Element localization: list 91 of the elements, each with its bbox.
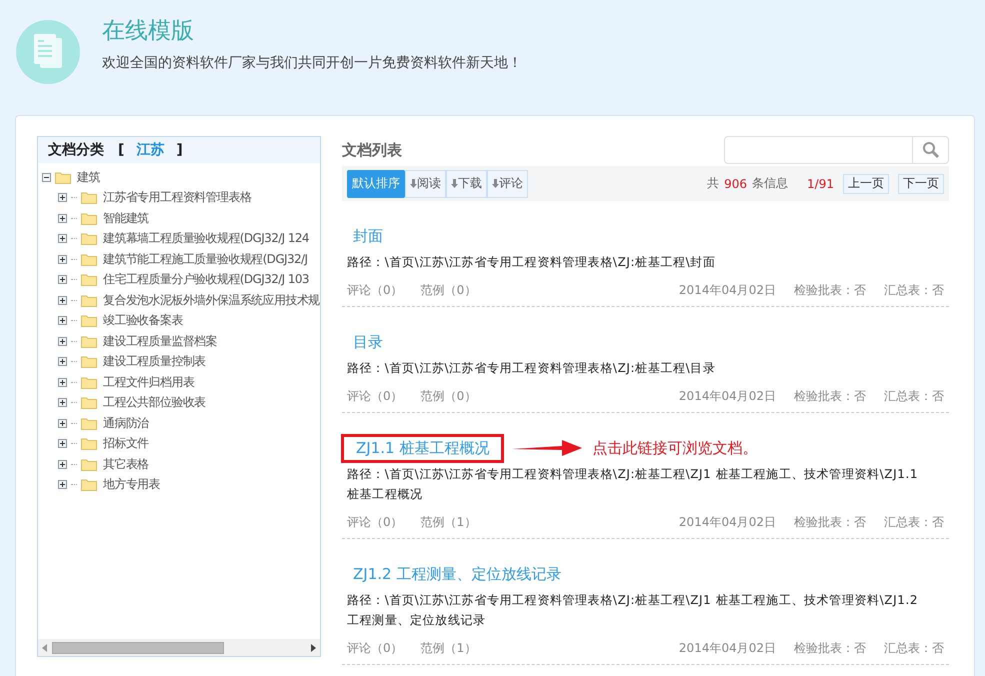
tree-item[interactable]: 住宅工程质量分户验收规程(DGJ32/J 103 (101, 271, 309, 288)
comment-count: 评论（0） (347, 514, 403, 531)
expand-toggle[interactable] (58, 254, 67, 264)
expand-toggle[interactable] (58, 398, 67, 408)
search-field[interactable] (724, 136, 949, 164)
document-date: 2014年04月02日 (678, 514, 776, 531)
expand-toggle[interactable] (58, 316, 67, 326)
expand-toggle[interactable] (58, 378, 67, 387)
example-count: 范例（0） (420, 282, 476, 299)
comment-count: 评论（0） (347, 388, 403, 405)
tree-item[interactable]: 招标文件 (101, 435, 149, 452)
tree-item[interactable]: 建设工程质量监督档案 (101, 332, 218, 350)
expand-toggle[interactable] (58, 214, 67, 223)
summary-label: 汇总表：否 (884, 282, 944, 299)
page-title: 在线模版 (102, 17, 195, 46)
document-path: 路径：\首页\江苏\江苏省专用工程资料管理表格\ZJ:桩基工程\封面 (347, 254, 716, 271)
expand-toggle[interactable] (58, 296, 67, 305)
document-path: 路径：\首页\江苏\江苏省专用工程资料管理表格\ZJ:桩基工程\ZJ1 桩基工程施工、技术管理资料\ZJ1.2 工程测量、定位放线记录 (347, 592, 920, 629)
tree-item[interactable]: 建筑 (75, 168, 100, 186)
tree-item[interactable]: 工程公共部位验收表 (101, 394, 206, 412)
next-page-button[interactable]: 下一页 (898, 174, 944, 194)
prev-page-button[interactable]: 上一页 (843, 174, 889, 194)
horizontal-scrollbar[interactable] (38, 639, 320, 656)
tree-item[interactable]: 地方专用表 (101, 476, 160, 494)
scroll-right-icon[interactable] (311, 644, 316, 652)
folder-icon (81, 376, 97, 389)
total-label: 共 (707, 175, 720, 192)
folder-icon (81, 212, 97, 225)
folder-icon (81, 314, 97, 328)
tree-item[interactable]: 工程文件归档用表 (101, 374, 194, 391)
document-path: 路径：\首页\江苏\江苏省专用工程资料管理表格\ZJ:桩基工程\目录 (347, 360, 716, 377)
expand-toggle[interactable] (58, 439, 67, 448)
document-date: 2014年04月02日 (678, 282, 776, 299)
tree-item[interactable]: 其它表格 (101, 456, 149, 473)
folder-icon (81, 355, 97, 368)
bracket: [ (118, 142, 124, 158)
tree-item[interactable]: 智能建筑 (101, 210, 149, 227)
summary-label: 汇总表：否 (884, 388, 944, 405)
folder-icon (81, 232, 97, 246)
sort-button[interactable]: 评论 (487, 170, 528, 198)
welcome-text: 欢迎全国的资料软件厂家与我们共同开创一片免费资料软件新天地！ (102, 54, 522, 72)
example-count: 范例（1） (420, 640, 476, 657)
expand-toggle[interactable] (58, 275, 67, 284)
sort-button[interactable]: 阅读 (405, 170, 446, 198)
comment-count: 评论（0） (347, 282, 403, 299)
expand-toggle[interactable] (58, 480, 67, 490)
collapse-toggle[interactable] (42, 172, 51, 182)
inspection-label: 检验批表：否 (794, 282, 866, 299)
folder-icon (81, 396, 97, 410)
folder-icon (81, 191, 97, 204)
callout-text: 点击此链接可浏览文档。 (592, 438, 758, 458)
expand-toggle[interactable] (58, 193, 67, 202)
document-path: 路径：\首页\江苏\江苏省专用工程资料管理表格\ZJ:桩基工程\ZJ1 桩基工程施工、技术管理资料\ZJ1.1 桩基工程概况 (347, 466, 920, 503)
tree-item[interactable]: 建筑节能工程施工质量验收规程(DGJ32/J (101, 250, 308, 268)
document-date: 2014年04月02日 (678, 388, 776, 405)
example-count: 范例（1） (420, 514, 476, 531)
tree-item[interactable]: 江苏省专用工程资料管理表格 (101, 189, 252, 206)
panel-title: 文档分类 (48, 141, 104, 159)
folder-icon (81, 252, 97, 266)
folder-icon (81, 478, 97, 492)
folder-icon (81, 294, 97, 307)
folder-icon (81, 458, 97, 471)
folder-icon (81, 416, 97, 430)
expand-toggle[interactable] (58, 336, 67, 346)
list-title: 文档列表 (342, 141, 402, 160)
summary-label: 汇总表：否 (884, 514, 944, 531)
bracket: ] (176, 142, 183, 158)
folder-icon (55, 170, 71, 184)
inspection-label: 检验批表：否 (794, 388, 866, 405)
tree-item[interactable]: 通病防治 (101, 414, 149, 432)
comment-count: 评论（0） (347, 640, 403, 657)
expand-toggle[interactable] (58, 234, 67, 244)
sort-button[interactable]: 下载 (446, 170, 487, 198)
total-label: 条信息 (752, 175, 788, 192)
tree-item[interactable]: 建筑幕墙工程质量验收规程(DGJ32/J 124 (101, 230, 309, 248)
tree-item[interactable]: 竣工验收备案表 (101, 312, 183, 330)
document-date: 2014年04月02日 (678, 640, 776, 657)
expand-toggle[interactable] (58, 357, 67, 366)
tree-item[interactable]: 复合发泡水泥板外墙外保温系统应用技术规 (101, 292, 320, 309)
inspection-label: 检验批表：否 (794, 640, 866, 657)
expand-toggle[interactable] (58, 418, 67, 428)
inspection-label: 检验批表：否 (794, 514, 866, 531)
summary-label: 汇总表：否 (884, 640, 944, 657)
folder-icon (81, 437, 97, 450)
example-count: 范例（0） (420, 388, 476, 405)
tree-item[interactable]: 建设工程质量控制表 (101, 353, 206, 370)
total-count: 906 (724, 176, 748, 190)
folder-icon (81, 334, 97, 348)
page-indicator: 1/91 (807, 176, 834, 190)
folder-icon (81, 273, 97, 286)
expand-toggle[interactable] (58, 460, 67, 469)
